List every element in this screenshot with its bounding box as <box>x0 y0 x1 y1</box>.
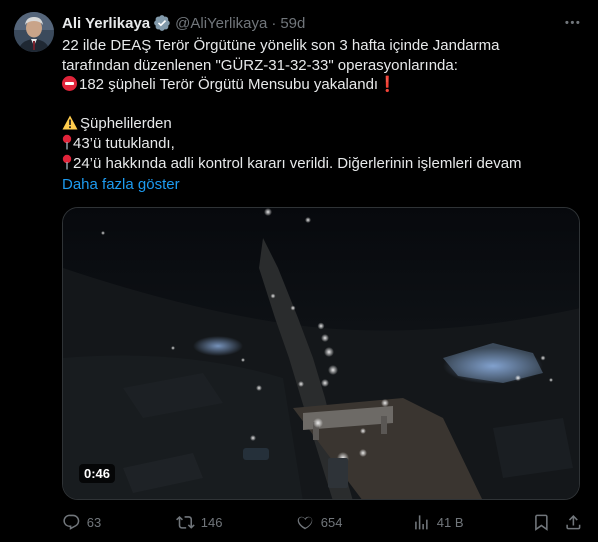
repost-icon <box>176 515 195 529</box>
tweet-timestamp[interactable]: 59d <box>280 15 305 32</box>
repost-count: 146 <box>200 514 223 530</box>
avatar[interactable] <box>14 12 54 52</box>
author-handle[interactable]: @AliYerlikaya <box>175 15 267 32</box>
tweet[interactable]: Ali Yerlikaya @AliYerlikaya · 59d 22 ild… <box>0 0 598 542</box>
bookmark-button[interactable] <box>532 511 551 533</box>
share-icon <box>566 514 581 530</box>
tweet-line-text: 182 şüpheli Terör Örgütü Mensubu yakalan… <box>79 76 379 94</box>
avatar-image <box>14 12 54 52</box>
tweet-line-suspects: Şüphelilerden <box>62 114 584 134</box>
tweet-line-judicial: 24’ü hakkında adli kontrol kararı verild… <box>62 154 584 174</box>
show-more-link[interactable]: Daha fazla göster <box>62 176 180 193</box>
tweet-line: 22 ilde DEAŞ Terör Örgütüne yönelik son … <box>62 37 500 54</box>
like-count: 654 <box>320 514 343 530</box>
pin-emoji <box>62 154 72 176</box>
bookmark-icon <box>535 514 548 531</box>
verified-badge-icon[interactable] <box>153 14 171 32</box>
like-button[interactable]: 654 <box>296 511 342 533</box>
separator-dot: · <box>271 14 277 32</box>
reply-count: 63 <box>86 514 102 530</box>
warning-emoji <box>62 115 78 136</box>
exclamation-emoji: ❗ <box>378 76 397 94</box>
views-icon <box>415 514 428 530</box>
like-icon <box>297 516 313 530</box>
tweet-line-text: 24’ü hakkında adli kontrol kararı verild… <box>73 154 522 172</box>
views-count: 41 B <box>436 514 464 530</box>
reply-icon <box>63 514 80 530</box>
repost-button[interactable]: 146 <box>176 511 222 533</box>
tweet-header: Ali Yerlikaya @AliYerlikaya · 59d <box>62 13 305 33</box>
video-duration: 0:46 <box>79 464 116 483</box>
tweet-line-text: Şüphelilerden <box>80 115 172 133</box>
share-button[interactable] <box>564 511 583 533</box>
views-button[interactable]: 41 B <box>412 511 464 533</box>
more-options-icon[interactable] <box>562 12 582 32</box>
video-thumbnail <box>63 208 579 499</box>
no-entry-emoji <box>62 76 77 92</box>
tweet-line-arrests: 182 şüpheli Terör Örgütü Mensubu yakalan… <box>62 75 584 95</box>
tweet-line-text: 43’ü tutuklandı, <box>73 134 175 152</box>
pin-emoji <box>62 134 72 156</box>
tweet-text: 22 ilde DEAŞ Terör Örgütüne yönelik son … <box>62 36 584 173</box>
video-player[interactable]: 0:46 <box>62 207 580 500</box>
reply-button[interactable]: 63 <box>62 511 101 533</box>
tweet-actions: 63 146 654 41 B <box>58 511 586 533</box>
author-name[interactable]: Ali Yerlikaya <box>62 15 150 32</box>
tweet-line-arrested: 43’ü tutuklandı, <box>62 134 584 154</box>
tweet-line: tarafından düzenlenen "GÜRZ-31-32-33" op… <box>62 56 458 74</box>
